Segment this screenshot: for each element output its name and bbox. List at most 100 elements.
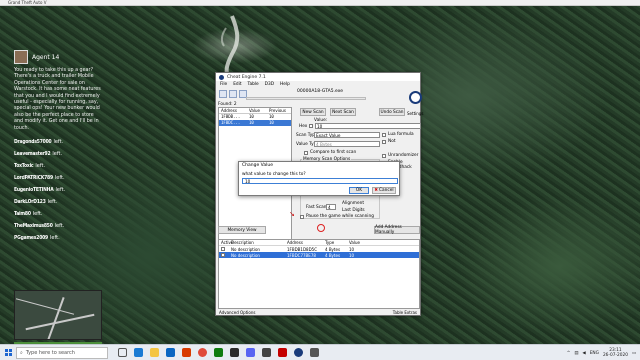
lua-formula-checkbox[interactable] — [382, 133, 386, 137]
search-placeholder: Type here to search — [25, 349, 75, 356]
feed-item: DarkLOrD123 left. — [14, 199, 58, 206]
pause-game-label: Pause the game while scanning — [306, 214, 374, 219]
hex-checkbox[interactable] — [309, 124, 313, 128]
not-label: Not — [388, 139, 396, 144]
value-input[interactable]: 10 — [315, 123, 421, 129]
active-checkbox[interactable] — [221, 252, 225, 257]
ok-button[interactable]: OK — [349, 187, 369, 194]
start-button[interactable] — [0, 345, 16, 360]
scan-type-select[interactable]: Exact Value — [314, 132, 380, 138]
feed-item: PGgames2009 left. — [14, 235, 60, 242]
new-value-input[interactable]: 10 — [242, 178, 398, 184]
feed-item: EugenioTETINHA left. — [14, 187, 66, 194]
open-process-icon[interactable] — [219, 90, 227, 98]
network-icon[interactable]: ▤ — [574, 351, 578, 356]
memory-view-button[interactable]: Memory View — [218, 226, 266, 234]
taskbar-search[interactable]: ⌕ Type here to search — [16, 346, 108, 359]
compare-first-checkbox[interactable] — [304, 151, 308, 155]
minimap — [14, 290, 102, 340]
search-icon: ⌕ — [20, 349, 23, 356]
office-icon[interactable] — [182, 348, 191, 357]
dialog-title: Change Value — [242, 163, 274, 168]
alignment-label: Alignment — [342, 201, 365, 206]
found-row-selected[interactable]: 1FBDC... 10 10 — [219, 120, 291, 126]
change-value-dialog: Change Value what value to change this t… — [238, 161, 400, 196]
epic-icon[interactable] — [262, 348, 271, 357]
unrandomizer-checkbox[interactable] — [382, 154, 386, 158]
cheat-engine-taskbar-icon[interactable] — [294, 348, 303, 357]
ce-app-icon — [219, 74, 224, 80]
not-checkbox[interactable] — [382, 140, 386, 144]
compare-first-label: Compare to first scan — [310, 150, 357, 155]
dialog-prompt: what value to change this to? — [242, 172, 306, 177]
menu-help[interactable]: Help — [280, 82, 290, 87]
feed-item: Leavemaster92 left. — [14, 151, 63, 158]
feed-item: ToxToxic left. — [14, 163, 46, 170]
ce-menubar: File Edit Table D3D Help — [216, 81, 420, 87]
agent-name: Agent 14 — [32, 53, 60, 61]
menu-file[interactable]: File — [220, 82, 227, 87]
rockstar-icon[interactable] — [278, 348, 287, 357]
gta-taskbar-icon[interactable] — [310, 348, 319, 357]
menu-edit[interactable]: Edit — [233, 82, 241, 87]
taskbar: ⌕ Type here to search ^ ▤ ◀ ENG 23:11 26… — [0, 344, 640, 360]
lua-formula-label: Lua formula — [388, 132, 414, 137]
address-table[interactable]: Active Description Address Type Value No… — [218, 239, 420, 309]
chat-message: You ready to take this up a gear? There'… — [14, 68, 101, 131]
open-file-icon[interactable] — [229, 90, 237, 98]
ce-footer: Advanced Options Table Extras — [216, 309, 420, 315]
address-row-selected[interactable]: No description 1FBDC77BE78 4 Bytes 10 — [219, 252, 419, 258]
cancel-label: Cancel — [379, 188, 394, 193]
settings-link[interactable]: Settings — [407, 111, 423, 116]
stop-scan-icon[interactable] — [317, 224, 325, 232]
hex-label: Hex — [299, 124, 308, 129]
next-scan-button[interactable]: Next Scan — [330, 108, 356, 116]
chat-panel: Agent 14 You ready to take this up a gea… — [14, 50, 104, 244]
task-view-icon[interactable] — [118, 348, 127, 357]
cheat-engine-logo-icon[interactable] — [409, 91, 422, 104]
value-type-select[interactable]: 4 Bytes — [314, 141, 380, 147]
player-feed: Dragonds57000 left. Leavemaster92 left. To… — [14, 136, 104, 244]
add-address-button[interactable]: Add Address Manually — [374, 225, 420, 235]
volume-icon[interactable]: ◀ — [582, 351, 585, 356]
store-icon[interactable] — [166, 348, 175, 357]
pointer-scan-icon[interactable]: ↘ — [289, 210, 297, 218]
file-explorer-icon[interactable] — [150, 348, 159, 357]
language-indicator[interactable]: ENG — [590, 351, 599, 356]
cancel-button[interactable]: ✖ Cancel — [372, 187, 396, 194]
ce-titlebar: Cheat Engine 7.1 — [216, 73, 420, 81]
system-tray: ^ ▤ ◀ ENG 23:11 26-07-2020 ▭ — [567, 345, 636, 360]
edge-icon[interactable] — [134, 348, 143, 357]
chat-header: Agent 14 — [14, 50, 104, 64]
active-checkbox[interactable] — [221, 246, 225, 251]
unrandomizer-label: Unrandomizer — [388, 153, 419, 158]
chrome-icon[interactable] — [198, 348, 207, 357]
table-extras-link[interactable]: Table Extras — [393, 310, 417, 315]
clock[interactable]: 23:11 26-07-2020 — [603, 348, 628, 358]
menu-d3d[interactable]: D3D — [265, 82, 274, 87]
xbox-icon[interactable] — [214, 348, 223, 357]
ce-title: Cheat Engine 7.1 — [227, 74, 266, 80]
tray-up-arrow-icon[interactable]: ^ — [567, 351, 571, 356]
advanced-options-link[interactable]: Advanced Options — [219, 310, 255, 315]
menu-table[interactable]: Table — [248, 82, 259, 87]
agent-avatar — [14, 50, 28, 64]
windows-icon — [4, 349, 12, 356]
discord-icon[interactable] — [246, 348, 255, 357]
feed-item: Dragonds57000 left. — [14, 139, 64, 146]
process-label: 00000A18-GTA5.exe — [297, 89, 343, 94]
cancel-icon: ✖ — [374, 188, 379, 193]
undo-scan-button[interactable]: Undo Scan — [379, 108, 405, 116]
fast-scan-input[interactable]: 4 — [326, 204, 336, 210]
feed-item: Taim80 left. — [14, 211, 43, 218]
ce-toolbar — [219, 90, 247, 98]
taskbar-apps — [118, 348, 319, 357]
pause-game-checkbox[interactable] — [300, 215, 304, 219]
feed-item: TheMaximus850 left. — [14, 223, 65, 230]
fast-scan-label: Fast Scan — [306, 205, 327, 210]
steam-icon[interactable] — [230, 348, 239, 357]
scan-progress — [246, 97, 366, 100]
notification-icon[interactable]: ▭ — [632, 351, 636, 356]
new-scan-button[interactable]: New Scan — [300, 108, 326, 116]
last-digits-label: Last Digits — [342, 208, 365, 213]
